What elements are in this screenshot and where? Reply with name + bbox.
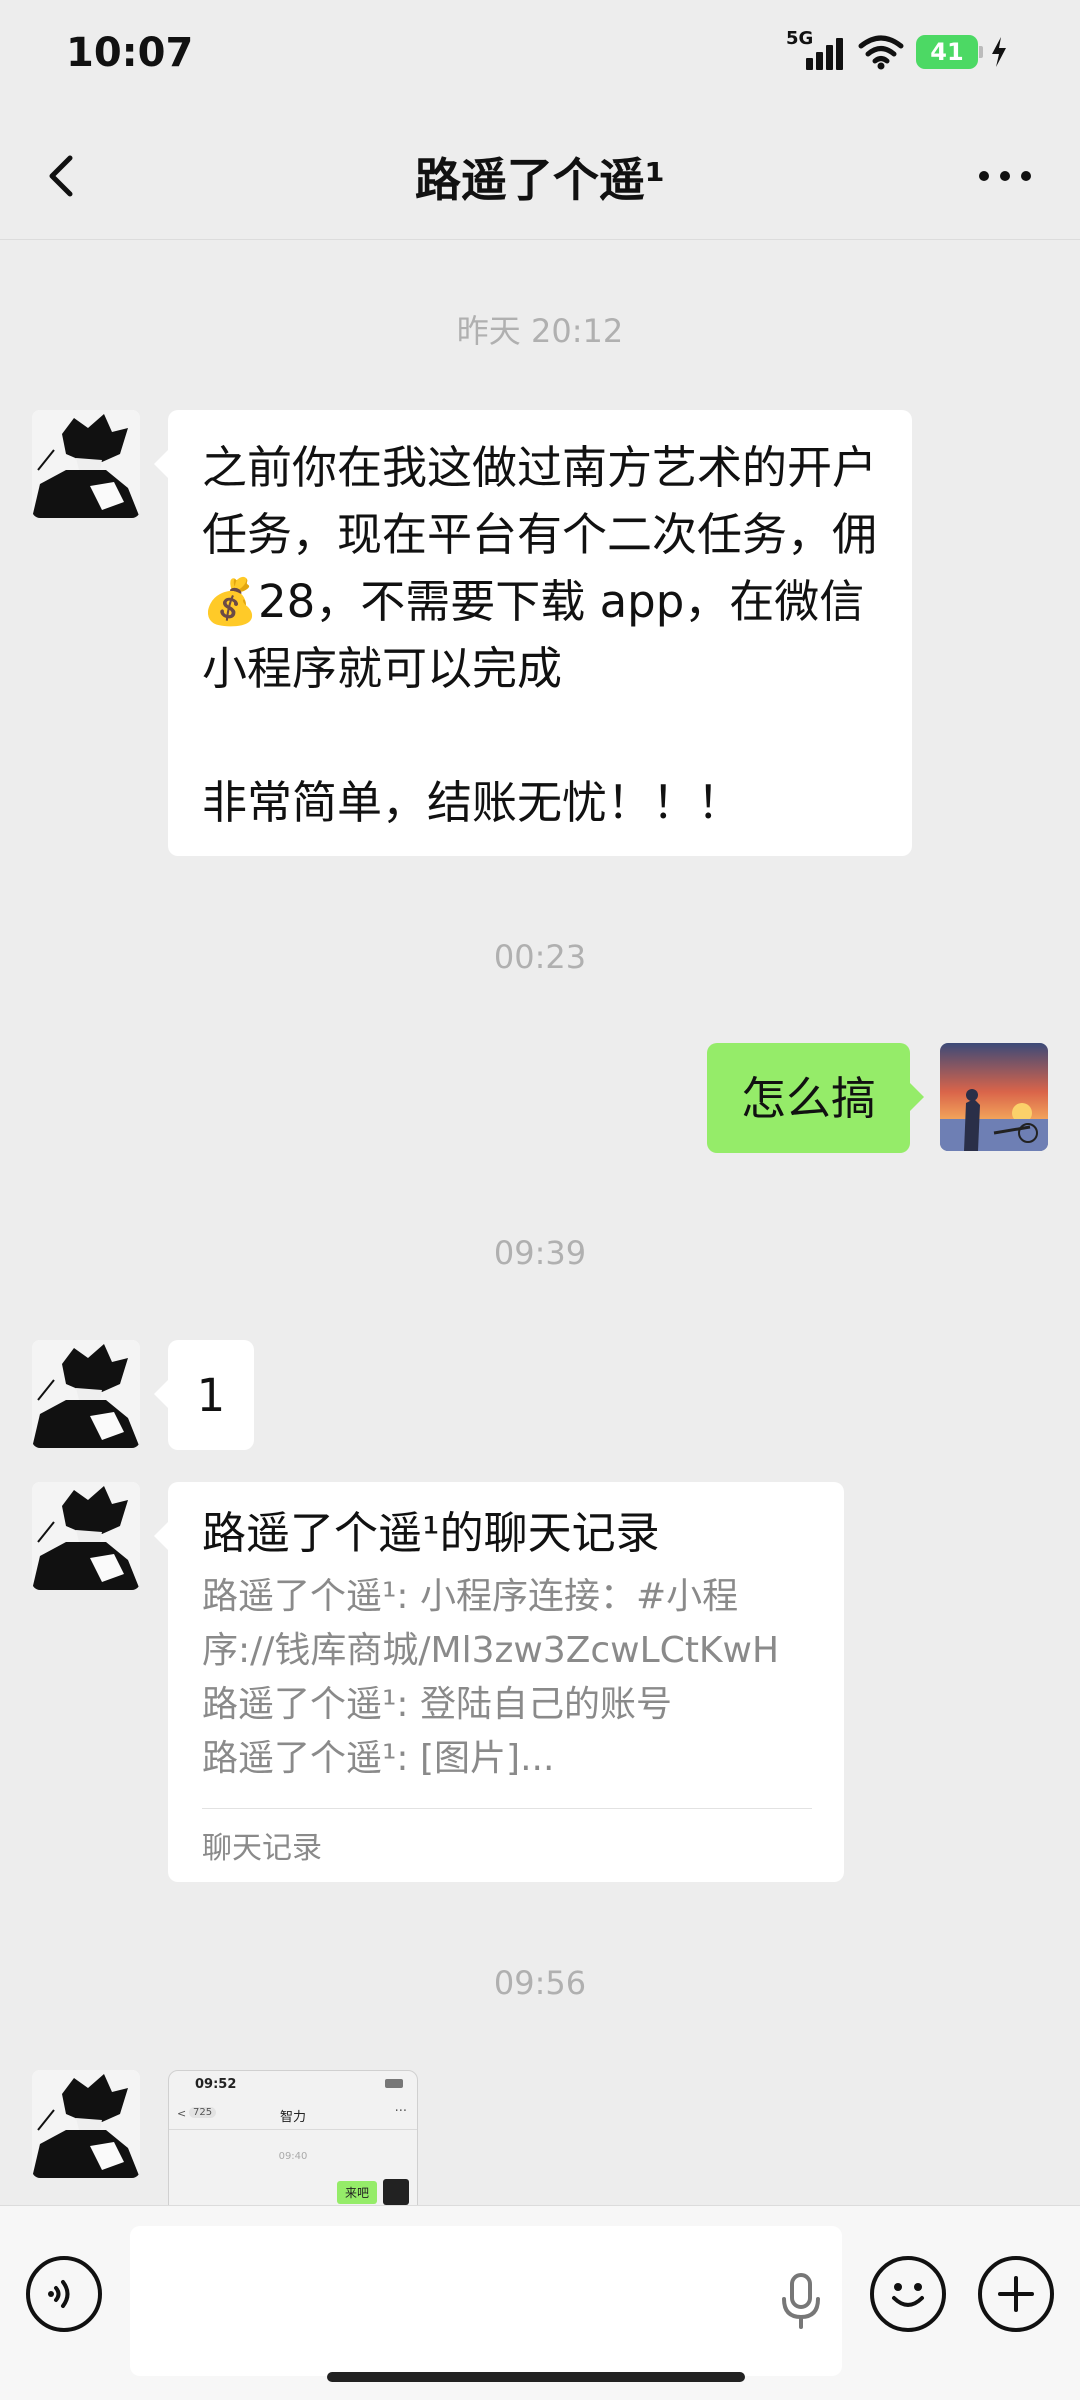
battery-level: 41 [930,38,964,66]
my-avatar[interactable] [940,1043,1048,1151]
anime-avatar-image [32,410,140,518]
chat-record-line: 路遥了个遥¹: [图片]... [202,1738,555,1779]
message-bubble-incoming[interactable]: 之前你在我这做过南方艺术的开户 任务，现在平台有个二次任务，佣 💰28，不需要下… [154,410,912,856]
message-line: 小程序就可以完成 [202,642,563,695]
anime-avatar-image [32,1340,140,1448]
timestamp: 09:56 [493,1964,587,2002]
voice-mode-icon [48,2280,70,2308]
message-line [202,702,878,769]
image-message[interactable]: 09:52 < 725 智力 ··· 09:40 来吧 [168,2070,418,2205]
status-icons: 5G 41 [786,28,1008,72]
message-bubble-incoming[interactable]: 1 [154,1340,254,1450]
anime-avatar-image [32,1482,140,1590]
status-bar: 10:07 5G 41 [0,0,1080,110]
chat-record-footer: 聊天记录 [202,1831,322,1866]
thumb-time: 09:52 [195,2077,237,2092]
message-text: 1 [196,1368,226,1422]
chat-record-preview: 路遥了个遥¹: 小程序连接：#小程 序://钱库商城/Ml3zw3ZcwLCtK… [202,1570,812,1786]
message-line: 任务，现在平台有个二次任务，佣 [202,508,878,561]
message-line: 💰28，不需要下载 app，在微信 [202,575,865,628]
chat-title: 路遥了个遥¹ [414,153,666,207]
contact-avatar[interactable] [32,1340,140,1448]
chat-header: 路遥了个遥¹ [0,110,1080,240]
contact-avatar[interactable] [32,1482,140,1590]
battery-icon: 41 [916,35,983,69]
status-time: 10:07 [66,30,194,76]
thumb-timestamp: 09:40 [278,2151,308,2162]
thumb-avatar [383,2179,409,2205]
home-indicator[interactable] [327,2372,745,2382]
thumb-bubble: 来吧 [336,2181,377,2204]
message-list[interactable]: 昨天 20:12 之前你在我这做过南方艺术的开户 任务，现在平台有个二次任务，佣… [0,240,1080,2205]
emoji-button[interactable] [870,2256,946,2332]
thumb-more-icon: ··· [394,2104,407,2119]
sunset-avatar-image [940,1043,1048,1151]
anime-avatar-image [32,2070,140,2178]
message-input[interactable] [130,2226,842,2376]
timestamp: 00:23 [493,938,587,976]
chat-record-line: 路遥了个遥¹: 登陆自己的账号 [202,1684,673,1725]
contact-avatar[interactable] [32,2070,140,2178]
contact-avatar[interactable] [32,410,140,518]
chat-record-card[interactable]: 路遥了个遥¹的聊天记录 路遥了个遥¹: 小程序连接：#小程 序://钱库商城/M… [154,1482,844,1882]
charging-bolt-icon [992,37,1006,67]
input-bar [0,2205,1080,2400]
timestamp: 09:39 [493,1234,587,1272]
divider [202,1808,812,1809]
network-type: 5G [786,28,814,49]
thumb-battery-icon [385,2079,403,2088]
more-functions-button[interactable] [978,2256,1054,2332]
more-icon[interactable] [970,146,1040,206]
timestamp: 昨天 20:12 [456,312,624,350]
cellular-signal-icon: 5G [786,28,846,72]
message-line: 非常简单，结账无忧！！！ [202,776,743,829]
message-text: 怎么搞 [740,1071,876,1125]
chat-record-line: 路遥了个遥¹: 小程序连接：#小程 [202,1576,739,1617]
message-line: 之前你在我这做过南方艺术的开户 [202,441,878,494]
plus-icon [998,2276,1034,2312]
thumb-title: 智力 [279,2110,306,2125]
emoji-icon [892,2283,924,2307]
thumb-divider [169,2129,417,2130]
chat-record-title: 路遥了个遥¹的聊天记录 [202,1508,660,1559]
voice-mode-button[interactable] [26,2256,102,2332]
microphone-icon[interactable] [778,2271,824,2331]
chat-record-line: 序://钱库商城/Ml3zw3ZcwLCtKwH [202,1630,780,1671]
message-bubble-outgoing[interactable]: 怎么搞 [706,1043,925,1153]
wifi-icon [858,35,904,70]
